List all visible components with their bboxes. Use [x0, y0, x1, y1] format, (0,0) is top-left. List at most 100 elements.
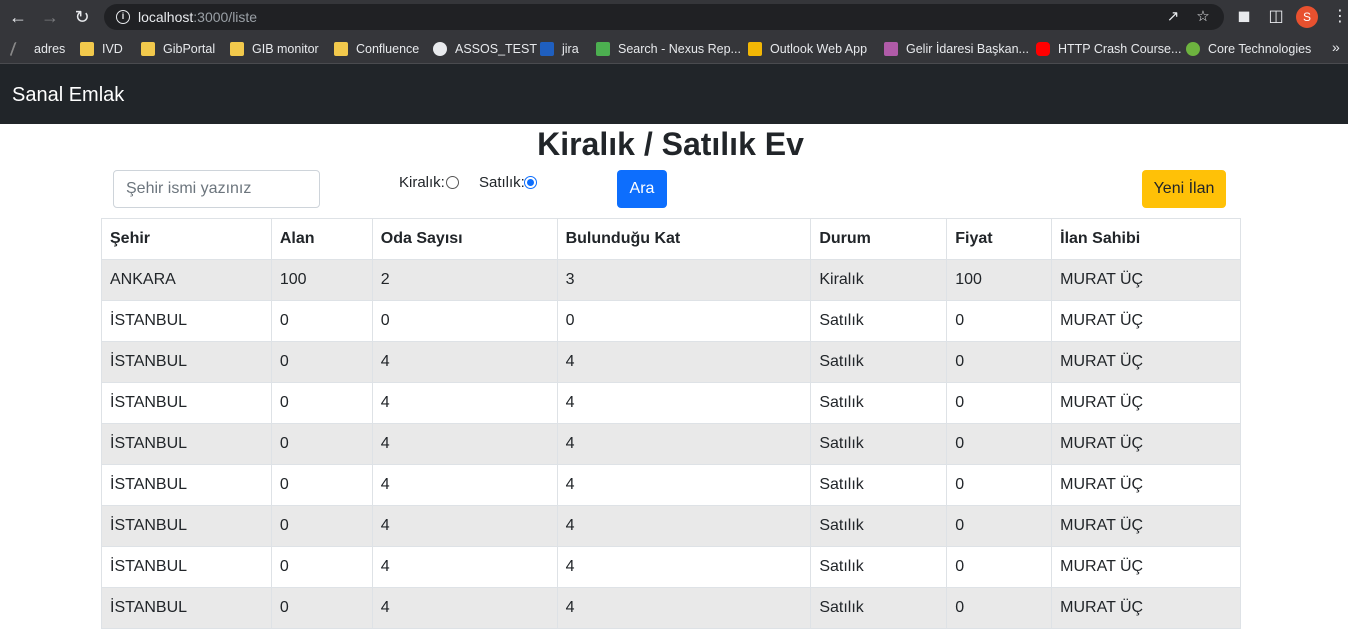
cell-price: 0	[946, 464, 1053, 506]
cell-owner: MURAT ÜÇ	[1051, 259, 1241, 301]
bookmark-jira[interactable]: jira	[540, 40, 579, 58]
header-price: Fiyat	[946, 218, 1053, 260]
bookmark-nexus[interactable]: Search - Nexus Rep...	[596, 40, 741, 58]
profile-avatar[interactable]: S	[1296, 6, 1318, 28]
cell-city: İSTANBUL	[101, 505, 272, 547]
cell-area: 100	[270, 259, 373, 301]
menu-kebab-icon[interactable]: ⋮	[1330, 7, 1348, 27]
cell-rooms: 4	[371, 464, 558, 506]
cell-city: İSTANBUL	[101, 464, 272, 506]
bookmark-label: adres	[34, 42, 66, 56]
bookmark-gibportal[interactable]: GibPortal	[141, 40, 215, 58]
cell-owner: MURAT ÜÇ	[1051, 382, 1241, 424]
cell-floor: 4	[556, 505, 812, 547]
cell-owner: MURAT ÜÇ	[1051, 587, 1241, 629]
bookmark-gib[interactable]: Gelir İdaresi Başkan...	[884, 40, 1029, 58]
chevron-right-icon[interactable]: »	[1332, 39, 1340, 55]
cell-city: İSTANBUL	[101, 382, 272, 424]
cell-price: 0	[946, 505, 1053, 547]
cell-floor: 4	[556, 546, 812, 588]
cell-status: Satılık	[810, 464, 948, 506]
bookmark-adres[interactable]: adres	[9, 40, 66, 58]
new-listing-button[interactable]: Yeni İlan	[1142, 170, 1226, 208]
cell-rooms: 2	[371, 259, 558, 301]
bookmarks-bar: adres IVD GibPortal GIB monitor Confluen…	[0, 34, 1348, 64]
site-info-icon[interactable]: i	[116, 10, 130, 24]
cell-floor: 4	[556, 423, 812, 465]
cell-city: İSTANBUL	[101, 423, 272, 465]
folder-icon	[334, 42, 348, 56]
cell-city: İSTANBUL	[101, 587, 272, 629]
table-row: İSTANBUL 0 0 0 Satılık 0 MURAT ÜÇ	[101, 300, 1241, 342]
brand-title[interactable]: Sanal Emlak	[12, 84, 124, 107]
bookmark-outlook[interactable]: Outlook Web App	[748, 40, 867, 58]
table-row: İSTANBUL 0 4 4 Satılık 0 MURAT ÜÇ	[101, 464, 1241, 506]
cell-owner: MURAT ÜÇ	[1051, 341, 1241, 383]
extensions-icon[interactable]: ◼	[1234, 7, 1254, 27]
folder-icon	[80, 42, 94, 56]
cell-price: 0	[946, 587, 1053, 629]
cell-city: ANKARA	[101, 259, 272, 301]
bookmark-label: ASSOS_TEST	[455, 42, 537, 56]
radio-sale-label: Satılık:	[479, 174, 525, 191]
cell-status: Satılık	[810, 423, 948, 465]
bookmark-label: GIB monitor	[252, 42, 319, 56]
cell-area: 0	[270, 382, 373, 424]
bookmark-label: HTTP Crash Course...	[1058, 42, 1182, 56]
back-arrow-icon[interactable]: ←	[8, 7, 28, 27]
share-icon[interactable]: ↗	[1164, 8, 1182, 26]
folder-icon	[141, 42, 155, 56]
url-path: :3000/liste	[193, 9, 258, 25]
cell-floor: 4	[556, 464, 812, 506]
cell-city: İSTANBUL	[101, 300, 272, 342]
nexus-icon	[596, 42, 610, 56]
bookmark-http-crash[interactable]: HTTP Crash Course...	[1036, 40, 1181, 58]
header-rooms: Oda Sayısı	[371, 218, 558, 260]
reload-icon[interactable]: ↻	[72, 7, 92, 27]
cell-rooms: 4	[371, 587, 558, 629]
cell-rooms: 4	[371, 341, 558, 383]
bookmark-label: Search - Nexus Rep...	[618, 42, 741, 56]
bookmark-label: Gelir İdaresi Başkan...	[906, 42, 1029, 56]
url-text[interactable]: localhost:3000/liste	[138, 9, 257, 25]
cell-rooms: 4	[371, 546, 558, 588]
cell-status: Satılık	[810, 587, 948, 629]
globe-icon	[433, 42, 447, 56]
cell-area: 0	[270, 300, 373, 342]
header-area: Alan	[270, 218, 373, 260]
cell-rooms: 4	[371, 505, 558, 547]
jira-icon	[540, 42, 554, 56]
listings-table: Şehir Alan Oda Sayısı Bulunduğu Kat Duru…	[101, 218, 1241, 629]
bookmark-assos-test[interactable]: ASSOS_TEST	[433, 40, 537, 58]
bookmark-core-tech[interactable]: Core Technologies	[1186, 40, 1311, 58]
cell-area: 0	[270, 464, 373, 506]
bookmark-confluence[interactable]: Confluence	[334, 40, 419, 58]
cell-price: 0	[946, 423, 1053, 465]
cell-area: 0	[270, 546, 373, 588]
side-panel-icon[interactable]: ◫	[1266, 7, 1286, 27]
header-city: Şehir	[101, 218, 272, 260]
city-search-input[interactable]	[113, 170, 320, 208]
table-row: İSTANBUL 0 4 4 Satılık 0 MURAT ÜÇ	[101, 341, 1241, 383]
cell-city: İSTANBUL	[101, 341, 272, 383]
cell-price: 0	[946, 546, 1053, 588]
radio-sale[interactable]	[524, 176, 537, 189]
forward-arrow-icon[interactable]: →	[40, 7, 60, 27]
cell-status: Satılık	[810, 341, 948, 383]
cell-price: 0	[946, 382, 1053, 424]
cell-area: 0	[270, 587, 373, 629]
cell-floor: 4	[556, 341, 812, 383]
bookmark-label: Core Technologies	[1208, 42, 1312, 56]
cell-floor: 3	[556, 259, 812, 301]
cell-rooms: 4	[371, 423, 558, 465]
bookmark-gib-monitor[interactable]: GIB monitor	[230, 40, 319, 58]
cell-owner: MURAT ÜÇ	[1051, 423, 1241, 465]
bookmark-label: Outlook Web App	[770, 42, 868, 56]
table-row: İSTANBUL 0 4 4 Satılık 0 MURAT ÜÇ	[101, 423, 1241, 465]
star-icon[interactable]: ☆	[1194, 8, 1212, 26]
address-bar[interactable]: i localhost:3000/liste ↗ ☆	[104, 4, 1224, 30]
cell-owner: MURAT ÜÇ	[1051, 546, 1241, 588]
radio-rent[interactable]	[446, 176, 459, 189]
search-button[interactable]: Ara	[617, 170, 667, 208]
bookmark-ivd[interactable]: IVD	[80, 40, 123, 58]
